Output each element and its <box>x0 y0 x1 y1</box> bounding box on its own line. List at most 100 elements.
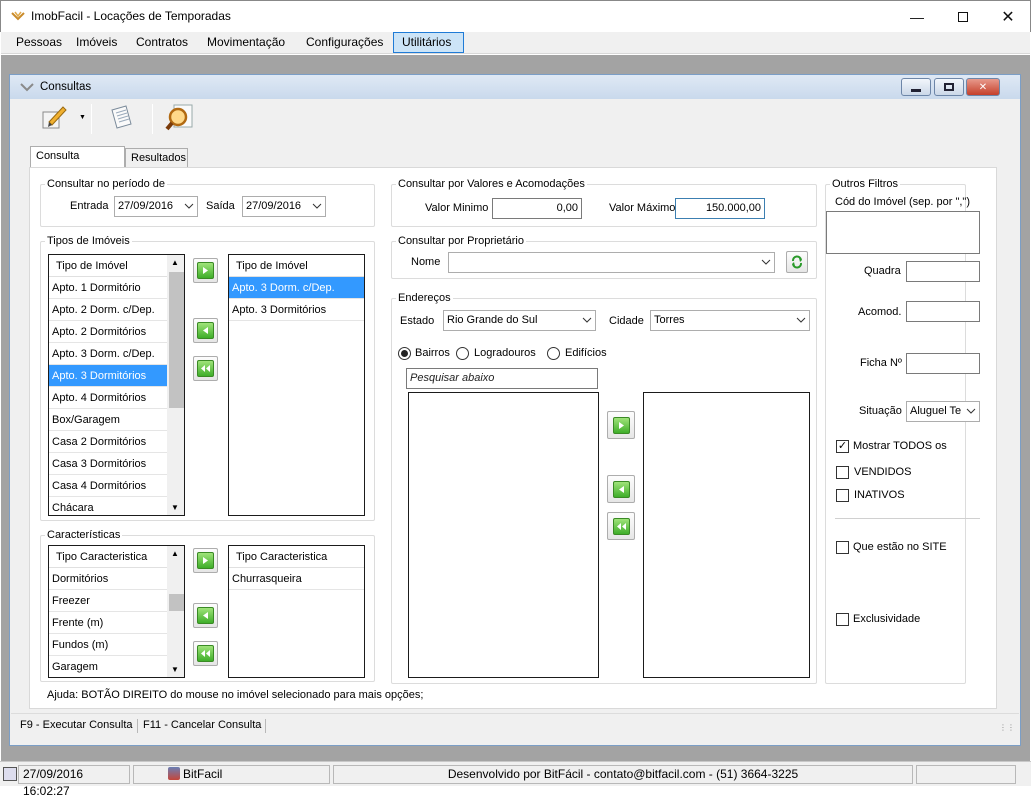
list-item[interactable]: Apto. 3 Dormitórios <box>229 299 364 321</box>
remove-all-caracteristicas-button[interactable] <box>193 641 218 666</box>
remove-all-enderecos-button[interactable] <box>607 512 635 540</box>
caracteristicas-available-list[interactable]: Tipo Caracteristica Dormitórios Freezer … <box>48 545 185 678</box>
entrada-date-picker[interactable]: 27/09/2016 <box>114 196 198 217</box>
list-item[interactable]: Apto. 2 Dormitórios <box>49 321 184 343</box>
scroll-thumb[interactable] <box>169 594 184 611</box>
list-item[interactable]: Box/Garagem <box>49 409 184 431</box>
radio-logradouros[interactable] <box>456 347 469 360</box>
list-item[interactable]: Casa 4 Dormitórios <box>49 475 184 497</box>
list-item[interactable]: Fundos (m) <box>49 634 184 656</box>
minimize-button[interactable]: — <box>894 1 940 32</box>
proprietario-nome-combo[interactable] <box>448 252 775 273</box>
list-item[interactable]: Apto. 3 Dorm. c/Dep. <box>49 343 184 365</box>
remove-tipo-button[interactable] <box>193 318 218 343</box>
f9-executar-consulta[interactable]: F9 - Executar Consulta <box>20 719 138 733</box>
radio-bairros[interactable] <box>398 347 411 360</box>
pesquisar-input[interactable]: Pesquisar abaixo <box>406 368 598 389</box>
menu-pessoas[interactable]: Pessoas <box>8 32 70 53</box>
add-tipo-button[interactable] <box>193 258 218 283</box>
valor-maximo-input[interactable]: 150.000,00 <box>675 198 765 219</box>
report-document-icon[interactable] <box>103 100 139 134</box>
enderecos-available-list[interactable] <box>408 392 599 678</box>
scroll-down-icon[interactable]: ▼ <box>171 665 179 674</box>
quadra-input[interactable] <box>906 261 980 282</box>
f11-cancelar-consulta[interactable]: F11 - Cancelar Consulta <box>143 719 267 733</box>
child-close-button[interactable]: ✕ <box>966 78 1000 96</box>
child-minimize-button[interactable] <box>901 78 931 96</box>
menu-movimentacao[interactable]: Movimentação <box>199 32 293 53</box>
scroll-up-icon[interactable]: ▲ <box>171 549 179 558</box>
mostrar-todos-checkbox[interactable]: ✓ <box>836 440 849 453</box>
list-item[interactable]: Garagem <box>49 656 184 677</box>
enderecos-selected-list[interactable] <box>643 392 810 678</box>
vertical-scrollbar[interactable]: ▲ ▼ <box>167 255 184 515</box>
remove-endereco-button[interactable] <box>607 475 635 503</box>
remove-all-tipos-button[interactable] <box>193 356 218 381</box>
list-item[interactable]: Chácara <box>49 497 184 515</box>
status-user: BitFacil <box>183 767 223 781</box>
menu-utilitarios[interactable]: Utilitários <box>393 32 464 53</box>
cidade-combo[interactable]: Torres <box>650 310 810 331</box>
list-item[interactable]: Dormitórios <box>49 568 184 590</box>
scroll-thumb[interactable] <box>169 272 184 408</box>
column-header[interactable]: Tipo de Imóvel <box>229 255 364 277</box>
column-header[interactable]: Tipo Caracteristica <box>49 546 184 568</box>
acomod-input[interactable] <box>906 301 980 322</box>
tab-consulta-imoveis[interactable]: Consulta Imóveis <box>30 146 125 180</box>
refresh-proprietario-button[interactable] <box>786 251 808 273</box>
menu-configuracoes[interactable]: Configurações <box>298 32 391 53</box>
caracteristicas-selected-list[interactable]: Tipo Caracteristica Churrasqueira <box>228 545 365 678</box>
scroll-down-icon[interactable]: ▼ <box>171 503 179 512</box>
vertical-scrollbar[interactable]: ▲ ▼ <box>167 546 184 677</box>
menu-contratos[interactable]: Contratos <box>128 32 196 53</box>
child-restore-button[interactable] <box>934 78 964 96</box>
tipos-available-list[interactable]: Tipo de Imóvel Apto. 1 Dormitório Apto. … <box>48 254 185 516</box>
list-item[interactable]: Apto. 4 Dormitórios <box>49 387 184 409</box>
situacao-value: Aluguel Te <box>910 405 962 417</box>
list-item[interactable]: Frente (m) <box>49 612 184 634</box>
menu-imoveis[interactable]: Imóveis <box>68 32 125 53</box>
site-checkbox[interactable] <box>836 541 849 554</box>
column-header[interactable]: Tipo de Imóvel <box>49 255 184 277</box>
list-item[interactable]: Casa 2 Dormitórios <box>49 431 184 453</box>
add-caracteristica-button[interactable] <box>193 548 218 573</box>
remove-caracteristica-button[interactable] <box>193 603 218 628</box>
estado-combo[interactable]: Rio Grande do Sul <box>443 310 596 331</box>
maximize-button[interactable] <box>940 1 986 32</box>
dropdown-arrow-icon[interactable]: ▼ <box>79 114 86 121</box>
radio-edificios[interactable] <box>547 347 560 360</box>
column-header[interactable]: Tipo Caracteristica <box>229 546 364 568</box>
scroll-up-icon[interactable]: ▲ <box>171 258 179 267</box>
resize-grip-icon[interactable]: ⋮⋮ <box>999 723 1015 732</box>
site-label[interactable]: Que estão no SITE <box>853 541 947 553</box>
list-item-selected[interactable]: Apto. 3 Dormitórios <box>49 365 184 387</box>
situacao-combo[interactable]: Aluguel Te <box>906 401 980 422</box>
inativos-label[interactable]: INATIVOS <box>854 489 905 501</box>
add-endereco-button[interactable] <box>607 411 635 439</box>
ficha-input[interactable] <box>906 353 980 374</box>
double-arrow-left-icon <box>197 360 214 377</box>
inativos-checkbox[interactable] <box>836 489 849 502</box>
radio-bairros-label[interactable]: Bairros <box>415 347 450 359</box>
list-item[interactable]: Freezer <box>49 590 184 612</box>
mostrar-todos-label[interactable]: Mostrar TODOS os <box>853 440 947 452</box>
vendidos-checkbox[interactable] <box>836 466 849 479</box>
exclusividade-label[interactable]: Exclusividade <box>853 613 920 625</box>
tab-resultados[interactable]: Resultados <box>125 148 188 168</box>
search-magnifier-icon[interactable] <box>162 100 198 134</box>
vendidos-label[interactable]: VENDIDOS <box>854 466 911 478</box>
list-item[interactable]: Apto. 2 Dorm. c/Dep. <box>49 299 184 321</box>
list-item[interactable]: Casa 3 Dormitórios <box>49 453 184 475</box>
cod-imovel-input[interactable] <box>826 211 980 254</box>
tipos-selected-list[interactable]: Tipo de Imóvel Apto. 3 Dorm. c/Dep. Apto… <box>228 254 365 516</box>
valor-minimo-input[interactable]: 0,00 <box>492 198 582 219</box>
saida-date-picker[interactable]: 27/09/2016 <box>242 196 326 217</box>
exclusividade-checkbox[interactable] <box>836 613 849 626</box>
radio-edificios-label[interactable]: Edifícios <box>565 347 607 359</box>
list-item[interactable]: Apto. 1 Dormitório <box>49 277 184 299</box>
list-item-selected[interactable]: Apto. 3 Dorm. c/Dep. <box>229 277 364 299</box>
radio-logradouros-label[interactable]: Logradouros <box>474 347 536 359</box>
edit-pen-icon[interactable] <box>36 100 72 134</box>
close-button[interactable]: ✕ <box>985 1 1031 32</box>
list-item[interactable]: Churrasqueira <box>229 568 364 590</box>
